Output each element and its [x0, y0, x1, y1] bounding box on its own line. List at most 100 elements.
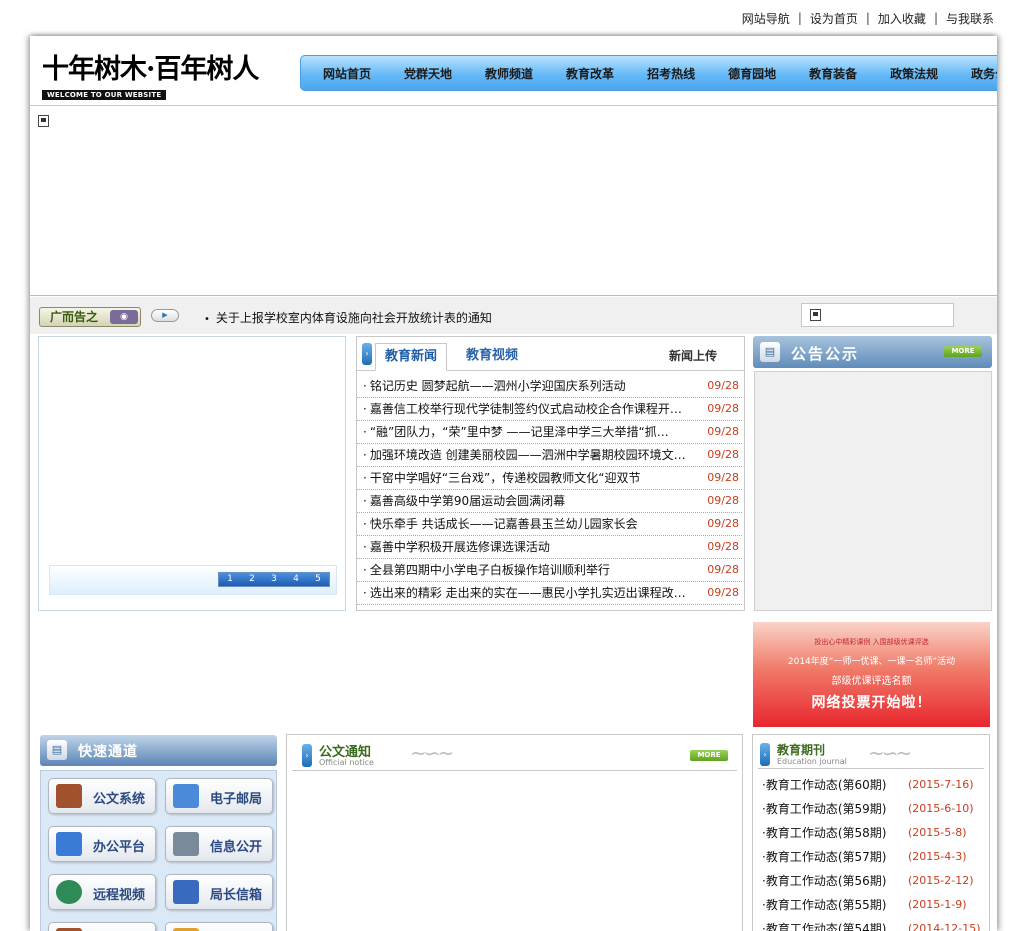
photo-slideshow: 1 2 3 4 5: [38, 336, 346, 611]
journal-title-link[interactable]: 教育工作动态(第57期): [762, 847, 887, 867]
nav-equipment[interactable]: 教育装备: [797, 65, 869, 82]
list-item[interactable]: 教育工作动态(第56期) (2015-2-12): [753, 871, 989, 895]
nav-teachers[interactable]: 教师频道: [473, 65, 545, 82]
announcement-header: ▤ 公告公示 MORE: [753, 336, 992, 368]
banner: [30, 106, 997, 296]
journal-title-link[interactable]: 教育工作动态(第59期): [762, 799, 887, 819]
list-item[interactable]: 教育工作动态(第60期) (2015-7-16): [753, 775, 989, 799]
list-item[interactable]: “融”团队力，“荣”里中梦 ——记里泽中学三大举措“抓… 09/28: [357, 421, 742, 444]
slide-page-button[interactable]: 3: [263, 573, 285, 586]
journal-title-link[interactable]: 教育工作动态(第58期): [762, 823, 887, 843]
play-button[interactable]: ▶: [151, 309, 179, 322]
quick-button-label: 远程视频: [93, 888, 146, 903]
quick-button-label: 办公平台: [93, 840, 146, 855]
nav-party[interactable]: 党群天地: [392, 65, 464, 82]
journal-title-link[interactable]: 教育工作动态(第54期): [762, 919, 887, 931]
ad-label-button[interactable]: 广而告之 ◉: [39, 307, 141, 327]
news-tabs: › 教育新闻 教育视频 新闻上传: [357, 337, 744, 371]
chevron-right-icon: ›: [760, 743, 770, 766]
promo-headline: 网络投票开始啦！: [811, 695, 932, 711]
nav-exams[interactable]: 招考热线: [635, 65, 707, 82]
journal-title-link[interactable]: 教育工作动态(第55期): [762, 895, 887, 915]
logo-text: 十年树木·百年树人: [42, 54, 259, 85]
news-title[interactable]: “融”团队力，“荣”里中梦 ——记里泽中学三大举措“抓…: [363, 421, 693, 443]
journal-date: (2015-2-12): [908, 874, 974, 887]
top-links: 网站导航 | 设为首页 | 加入收藏 | 与我联系: [742, 9, 994, 27]
journal-date: (2015-1-9): [908, 898, 967, 911]
news-date: 09/28: [707, 563, 739, 576]
quick-button-email[interactable]: 电子邮局: [165, 778, 273, 814]
link-contact[interactable]: 与我联系: [946, 10, 994, 27]
quick-button-office-platform[interactable]: 办公平台: [48, 826, 156, 862]
journal-panel: › 教育期刊 Education journal ~∽~ 教育工作动态(第60期…: [752, 734, 990, 931]
ad-label: 广而告之: [50, 310, 99, 324]
journal-title-link[interactable]: 教育工作动态(第56期): [762, 871, 887, 891]
tab-education-video[interactable]: 教育视频: [457, 343, 527, 371]
list-item[interactable]: 教育工作动态(第57期) (2015-4-3): [753, 847, 989, 871]
list-item[interactable]: 教育工作动态(第54期) (2014-12-15): [753, 919, 989, 931]
list-item[interactable]: 全县第四期中小学电子白板操作培训顺利举行 09/28: [357, 559, 742, 582]
quick-button-info-disclosure[interactable]: 信息公开: [165, 826, 273, 862]
nav-gov-affairs[interactable]: 政务公开: [959, 65, 997, 82]
document-icon: ▤: [760, 342, 780, 362]
notice-bar: 广而告之 ◉ ▶ 关于上报学校室内体育设施向社会开放统计表的通知: [30, 297, 997, 334]
news-title[interactable]: 快乐牵手 共话成长——记嘉善县玉兰幼儿园家长会: [363, 513, 693, 535]
quick-button-director-mailbox[interactable]: 局长信箱: [165, 874, 273, 910]
list-item[interactable]: 嘉善高级中学第90届运动会圆满闭幕 09/28: [357, 490, 742, 513]
list-item[interactable]: 嘉善中学积极开展选修课选课活动 09/28: [357, 536, 742, 559]
list-item[interactable]: 干窑中学唱好“三台戏”，传递校园教师文化“迎双节 09/28: [357, 467, 742, 490]
slide-page-button[interactable]: 2: [241, 573, 263, 586]
site-logo[interactable]: 十年树木·百年树人 WELCOME TO OUR WEBSITE: [42, 54, 259, 100]
list-item[interactable]: 选出来的精彩 走出来的实在——惠民小学扎实迈出课程改… 09/28: [357, 582, 742, 605]
list-item[interactable]: 铭记历史 圆梦起航——泗州小学迎国庆系列活动 09/28: [357, 375, 742, 398]
news-title[interactable]: 铭记历史 圆梦起航——泗州小学迎国庆系列活动: [363, 375, 693, 397]
link-add-favorite[interactable]: 加入收藏: [878, 10, 926, 27]
news-ticker[interactable]: 关于上报学校室内体育设施向社会开放统计表的通知: [204, 309, 492, 326]
nav-reform[interactable]: 教育改革: [554, 65, 626, 82]
link-set-homepage[interactable]: 设为首页: [810, 10, 858, 27]
chevron-right-icon: ›: [302, 744, 312, 767]
news-upload-link[interactable]: 新闻上传: [669, 347, 717, 364]
list-item[interactable]: 嘉善信工校举行现代学徒制签约仪式启动校企合作课程开发… 09/28: [357, 398, 742, 421]
list-item[interactable]: 教育工作动态(第58期) (2015-5-8): [753, 823, 989, 847]
link-site-nav[interactable]: 网站导航: [742, 10, 790, 27]
slide-page-button[interactable]: 1: [219, 573, 241, 586]
slide-page-button[interactable]: 5: [307, 573, 329, 586]
announcement-panel: ▤ 公告公示 MORE: [753, 336, 992, 611]
list-item[interactable]: 加强环境改造 创建美丽校园——泗洲中学暑期校园环境文… 09/28: [357, 444, 742, 467]
quick-button-more[interactable]: [48, 922, 156, 931]
journal-header: › 教育期刊 Education journal ~∽~: [758, 738, 984, 769]
news-title[interactable]: 选出来的精彩 走出来的实在——惠民小学扎实迈出课程改…: [363, 582, 693, 604]
news-title[interactable]: 全县第四期中小学电子白板操作培训顺利举行: [363, 559, 693, 581]
quick-button-more[interactable]: [165, 922, 273, 931]
news-title[interactable]: 嘉善信工校举行现代学徒制签约仪式启动校企合作课程开发…: [363, 398, 693, 420]
news-title[interactable]: 嘉善中学积极开展选修课选课活动: [363, 536, 693, 558]
document-icon: ▤: [47, 740, 67, 760]
quick-button-label: 公文系统: [93, 792, 146, 807]
news-date: 09/28: [707, 402, 739, 415]
news-title[interactable]: 嘉善高级中学第90届运动会圆满闭幕: [363, 490, 693, 512]
news-date: 09/28: [707, 586, 739, 599]
slide-page-button[interactable]: 4: [285, 573, 307, 586]
list-item[interactable]: 教育工作动态(第55期) (2015-1-9): [753, 895, 989, 919]
quick-button-remote-video[interactable]: 远程视频: [48, 874, 156, 910]
id-card-icon: [173, 832, 199, 856]
nav-moral[interactable]: 德育园地: [716, 65, 788, 82]
more-button[interactable]: MORE: [690, 750, 728, 761]
news-list: 铭记历史 圆梦起航——泗州小学迎国庆系列活动 09/28 嘉善信工校举行现代学徒制…: [357, 375, 744, 605]
header: 十年树木·百年树人 WELCOME TO OUR WEBSITE 网站首页 党群…: [30, 36, 997, 106]
quick-button-doc-system[interactable]: 公文系统: [48, 778, 156, 814]
globe-icon: [56, 880, 82, 904]
list-item[interactable]: 教育工作动态(第59期) (2015-6-10): [753, 799, 989, 823]
news-title[interactable]: 加强环境改造 创建美丽校园——泗洲中学暑期校园环境文…: [363, 444, 693, 466]
quick-access-body: 公文系统 电子邮局 办公平台 信息公开 远程视频 局长信箱: [40, 770, 277, 931]
list-item[interactable]: 快乐牵手 共话成长——记嘉善县玉兰幼儿园家长会 09/28: [357, 513, 742, 536]
journal-title-link[interactable]: 教育工作动态(第60期): [762, 775, 887, 795]
separator: |: [865, 11, 870, 25]
tab-education-news[interactable]: 教育新闻: [375, 343, 448, 371]
promo-banner[interactable]: 投出心中精彩课例 入围部级优课评选 2014年度“一师一优课、一课一名师”活动 …: [753, 622, 990, 727]
news-title[interactable]: 干窑中学唱好“三台戏”，传递校园教师文化“迎双节: [363, 467, 693, 489]
nav-home[interactable]: 网站首页: [311, 65, 383, 82]
nav-policy[interactable]: 政策法规: [878, 65, 950, 82]
more-button[interactable]: MORE: [944, 346, 982, 357]
